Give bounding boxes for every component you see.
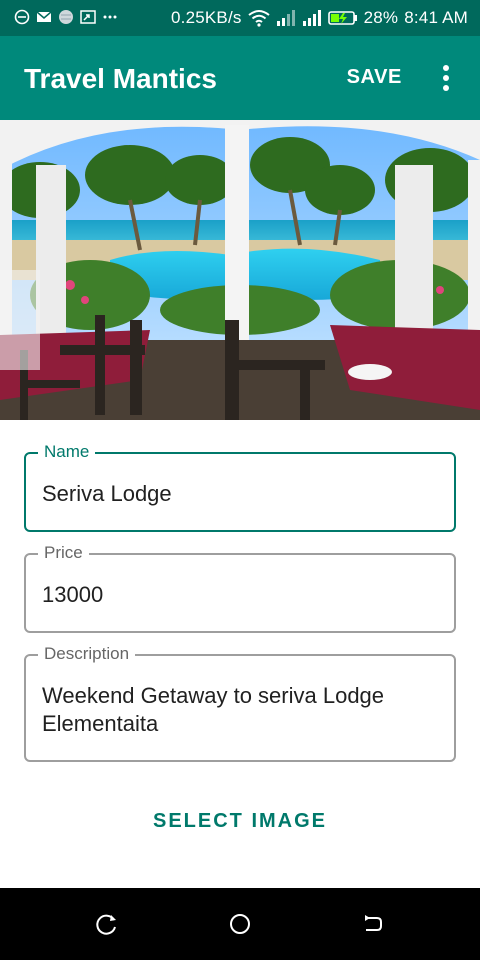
- name-field[interactable]: Name Seriva Lodge: [24, 442, 456, 532]
- battery-percent: 28%: [363, 8, 399, 27]
- price-field[interactable]: Price 13000: [24, 543, 456, 633]
- select-image-button[interactable]: SELECT IMAGE: [0, 810, 480, 833]
- navigation-bar: [0, 888, 480, 960]
- more-notifications-icon: [103, 15, 117, 19]
- price-input[interactable]: 13000: [42, 581, 438, 609]
- name-input[interactable]: Seriva Lodge: [42, 480, 438, 508]
- overflow-menu-icon[interactable]: [434, 64, 458, 92]
- wifi-icon: [247, 10, 270, 27]
- home-icon[interactable]: [228, 912, 252, 936]
- signal-icon: [276, 10, 295, 26]
- back-icon[interactable]: [361, 912, 385, 936]
- battery-charging-icon: [327, 11, 357, 25]
- price-label: Price: [38, 543, 89, 563]
- save-button[interactable]: SAVE: [347, 66, 402, 89]
- globe-icon: [59, 10, 73, 24]
- hero-image: [0, 120, 480, 420]
- recents-icon[interactable]: [95, 912, 119, 936]
- clock: 8:41 AM: [404, 8, 468, 27]
- network-speed: 0.25KB/s: [171, 8, 242, 27]
- notification-icons: [14, 9, 118, 25]
- description-label: Description: [38, 644, 136, 664]
- name-label: Name: [38, 442, 96, 462]
- description-field[interactable]: Description Weekend Getaway to seriva Lo…: [24, 644, 456, 762]
- signal-icon: [302, 10, 321, 26]
- mail-icon: [36, 11, 52, 22]
- status-bar: 0.25KB/s 28% 8:41 AM: [0, 0, 480, 36]
- description-input[interactable]: Weekend Getaway to seriva Lodge Elementa…: [42, 682, 438, 738]
- resort-pool-image: [0, 120, 480, 420]
- sync-icon: [14, 9, 30, 25]
- cast-icon: [80, 10, 96, 24]
- app-title: Travel Mantics: [24, 63, 217, 94]
- status-indicators: 0.25KB/s 28% 8:41 AM: [171, 8, 468, 28]
- app-bar: Travel Mantics SAVE: [0, 36, 480, 120]
